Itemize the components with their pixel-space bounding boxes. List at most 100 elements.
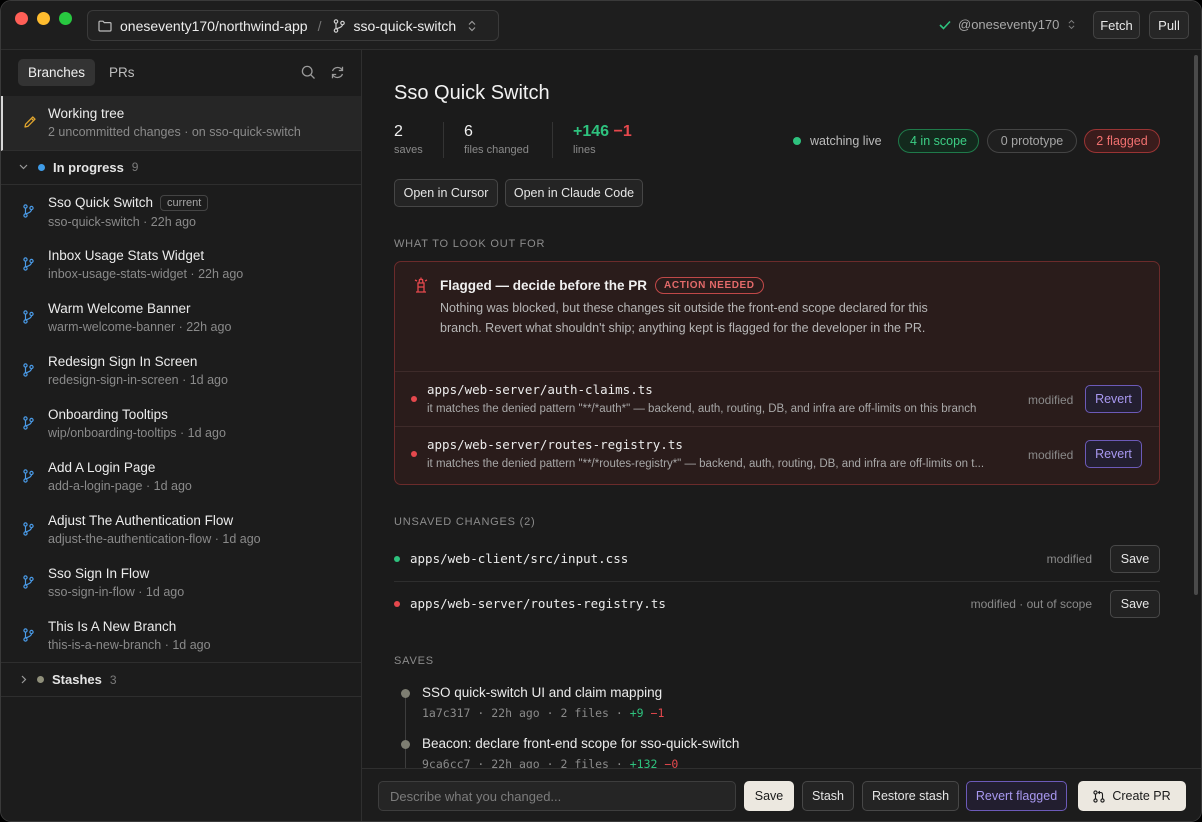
chevron-right-icon bbox=[21, 675, 27, 684]
flagged-file-status: modified bbox=[1028, 448, 1074, 462]
unsaved-file-path[interactable]: apps/web-server/routes-registry.ts bbox=[410, 596, 666, 611]
refresh-icon[interactable] bbox=[330, 65, 345, 80]
folder-icon bbox=[98, 20, 112, 32]
revert-flagged-button[interactable]: Revert flagged bbox=[966, 781, 1067, 811]
branch-title: Add A Login Page bbox=[48, 460, 192, 475]
save-file-button[interactable]: Save bbox=[1110, 590, 1160, 618]
revert-button[interactable]: Revert bbox=[1085, 385, 1142, 413]
search-icon[interactable] bbox=[301, 65, 316, 80]
commit-age: 22h ago bbox=[491, 706, 540, 720]
branch-subtitle: sso-quick-switch · 22h ago bbox=[48, 215, 196, 229]
git-branch-icon bbox=[23, 310, 34, 329]
stash-button[interactable]: Stash bbox=[802, 781, 854, 811]
unsaved-file-row: apps/web-client/src/input.css modified Sav… bbox=[394, 537, 1160, 581]
files-count: 6 bbox=[464, 123, 473, 140]
unsaved-section-label: UNSAVED CHANGES (2) bbox=[394, 516, 536, 528]
branch-item[interactable]: Redesign Sign In Screen redesign-sign-in-… bbox=[1, 344, 361, 397]
unsaved-file-status: modified · out of scope bbox=[970, 597, 1092, 611]
timeline-dot bbox=[401, 689, 410, 698]
save-file-button[interactable]: Save bbox=[1110, 545, 1160, 573]
chevron-updown-icon bbox=[1068, 19, 1075, 30]
main-scrollbar[interactable] bbox=[1194, 55, 1198, 595]
branch-item[interactable]: Onboarding Tooltips wip/onboarding-toolti… bbox=[1, 397, 361, 450]
branch-title: Redesign Sign In Screen bbox=[48, 354, 228, 369]
in-progress-count: 9 bbox=[131, 160, 139, 174]
flagged-file-path[interactable]: apps/web-server/auth-claims.ts bbox=[427, 382, 653, 397]
zoom-window-button[interactable] bbox=[59, 12, 72, 25]
branch-title-text: Add A Login Page bbox=[48, 460, 156, 475]
working-tree-item[interactable]: Working tree 2 uncommitted changes · on … bbox=[1, 96, 361, 151]
restore-stash-button[interactable]: Restore stash bbox=[862, 781, 959, 811]
files-label: files changed bbox=[464, 144, 529, 156]
repo-name[interactable]: oneseventy170/northwind-app bbox=[120, 18, 308, 34]
tab-prs[interactable]: PRs bbox=[99, 59, 145, 86]
branch-item[interactable]: Sso Sign In Flow sso-sign-in-flow · 1d ag… bbox=[1, 556, 361, 609]
branch-item[interactable]: Warm Welcome Banner warm-welcome-banner ·… bbox=[1, 291, 361, 344]
change-description-input[interactable] bbox=[378, 781, 736, 811]
working-tree-title: Working tree bbox=[48, 106, 125, 121]
flagged-panel: Flagged — decide before the PR ACTION NEE… bbox=[394, 261, 1160, 485]
page-title: Sso Quick Switch bbox=[394, 82, 550, 104]
open-in-claude-code-button[interactable]: Open in Claude Code bbox=[505, 179, 643, 207]
commit-title: Beacon: declare front-end scope for sso-… bbox=[422, 736, 740, 751]
unsaved-file-row: apps/web-server/routes-registry.ts modifi… bbox=[394, 581, 1160, 625]
branch-item[interactable]: Adjust The Authentication Flow adjust-the… bbox=[1, 503, 361, 556]
commit-added: +9 bbox=[629, 706, 644, 720]
create-pr-button[interactable]: Create PR bbox=[1078, 781, 1186, 811]
user-account-selector[interactable]: @oneseventy170 bbox=[939, 17, 1075, 32]
current-branch-name[interactable]: sso-quick-switch bbox=[353, 18, 456, 34]
branch-item[interactable]: Inbox Usage Stats Widget inbox-usage-stat… bbox=[1, 238, 361, 291]
lines-label: lines bbox=[573, 144, 596, 156]
tab-branches[interactable]: Branches bbox=[18, 59, 96, 86]
git-branch-icon bbox=[23, 416, 34, 435]
pull-button[interactable]: Pull bbox=[1149, 11, 1189, 39]
minimize-window-button[interactable] bbox=[37, 12, 50, 25]
sidebar: Branches PRs Working tree 2 uncommitted … bbox=[1, 50, 362, 821]
timeline-dot bbox=[401, 740, 410, 749]
flagged-file-path[interactable]: apps/web-server/routes-registry.ts bbox=[427, 437, 683, 452]
branch-item[interactable]: This Is A New Branch this-is-a-new-branch… bbox=[1, 609, 361, 662]
branch-subtitle: inbox-usage-stats-widget · 22h ago bbox=[48, 267, 244, 281]
revert-button[interactable]: Revert bbox=[1085, 440, 1142, 468]
close-window-button[interactable] bbox=[15, 12, 28, 25]
prototype-badge[interactable]: 0 prototype bbox=[987, 129, 1077, 153]
branch-item[interactable]: Sso Quick Switch current sso-quick-switch … bbox=[1, 185, 361, 238]
save-button[interactable]: Save bbox=[744, 781, 794, 811]
flagged-title: Flagged — decide before the PR bbox=[440, 278, 648, 293]
saves-stat: 2 saves bbox=[394, 123, 423, 156]
timeline-line bbox=[405, 691, 406, 780]
git-branch-icon bbox=[23, 204, 34, 223]
git-branch-icon bbox=[23, 628, 34, 647]
flagged-file-status: modified bbox=[1028, 393, 1074, 407]
flagged-badge[interactable]: 2 flagged bbox=[1084, 129, 1160, 153]
git-branch-icon bbox=[23, 522, 34, 541]
app-window: oneseventy170/northwind-app / sso-quick-… bbox=[0, 0, 1202, 822]
branch-item[interactable]: Add A Login Page add-a-login-page · 1d ag… bbox=[1, 450, 361, 503]
flagged-description: Nothing was blocked, but these changes s… bbox=[440, 301, 928, 335]
in-progress-group-header[interactable]: In progress 9 bbox=[1, 150, 361, 185]
lookout-section-label: WHAT TO LOOK OUT FOR bbox=[394, 238, 546, 250]
branch-title-text: Inbox Usage Stats Widget bbox=[48, 248, 205, 263]
unsaved-file-path[interactable]: apps/web-client/src/input.css bbox=[410, 551, 628, 566]
git-branch-icon bbox=[23, 469, 34, 488]
create-pr-label: Create PR bbox=[1112, 789, 1171, 803]
pencil-icon bbox=[23, 115, 37, 129]
title-bar: oneseventy170/northwind-app / sso-quick-… bbox=[1, 1, 1201, 50]
commit-hash: 1a7c317 bbox=[422, 706, 471, 720]
lines-removed: −1 bbox=[613, 123, 632, 140]
flagged-file-row: apps/web-server/routes-registry.ts it mat… bbox=[395, 426, 1159, 480]
open-in-cursor-button[interactable]: Open in Cursor bbox=[394, 179, 498, 207]
change-dot bbox=[394, 601, 400, 607]
branch-subtitle: sso-sign-in-flow · 1d ago bbox=[48, 585, 185, 599]
chevron-updown-icon[interactable] bbox=[468, 20, 476, 32]
stashes-count: 3 bbox=[109, 672, 117, 687]
branch-title-text: This Is A New Branch bbox=[48, 619, 177, 634]
flagged-file-reason: it matches the denied pattern "**/*route… bbox=[427, 458, 985, 470]
git-branch-icon bbox=[23, 363, 34, 382]
fetch-button[interactable]: Fetch bbox=[1093, 11, 1140, 39]
in-scope-badge[interactable]: 4 in scope bbox=[898, 129, 979, 153]
stashes-group-header[interactable]: Stashes 3 bbox=[1, 662, 361, 697]
current-badge: current bbox=[160, 195, 209, 211]
live-status: watching live bbox=[793, 134, 882, 148]
repo-branch-selector[interactable]: oneseventy170/northwind-app / sso-quick-… bbox=[87, 10, 499, 41]
